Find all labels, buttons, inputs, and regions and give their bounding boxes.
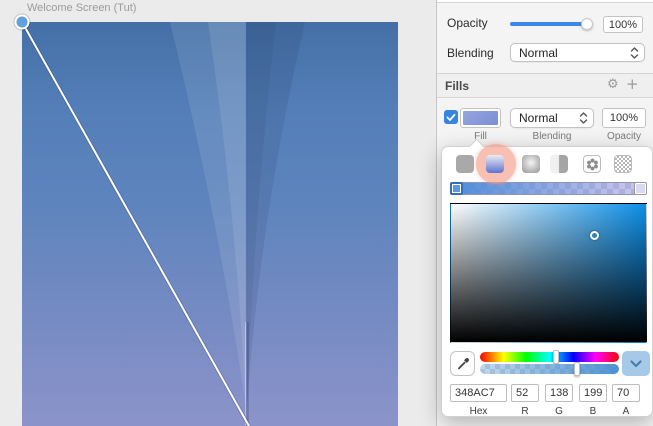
hex-label: Hex [450,406,507,417]
fill-blending-value: Normal [519,111,558,125]
gradient-stop-end[interactable] [634,182,647,195]
hue-slider-knob[interactable] [553,350,559,364]
color-field-cursor[interactable] [590,231,599,240]
blue-input[interactable] [579,384,607,402]
checkmark-icon [446,113,456,122]
artboard-background-art [22,22,398,426]
fill-blending-dropdown[interactable]: Normal [510,108,594,128]
hex-input[interactable] [450,384,507,402]
fill-color-swatch[interactable] [460,108,501,128]
alpha-slider-knob[interactable] [574,362,580,376]
stepper-icon [630,46,639,60]
chevron-down-icon [630,360,642,368]
green-label: G [545,406,573,417]
fill-type-linear-gradient-button[interactable] [486,155,504,173]
gradient-bar[interactable] [450,182,647,195]
opacity-sublabel: Opacity [594,131,653,142]
fills-title: Fills [445,79,469,93]
hue-slider[interactable] [480,352,619,362]
opacity-slider-knob[interactable] [581,18,593,30]
gear-icon[interactable]: ⚙ [607,77,619,92]
pattern-flower-icon [586,158,599,171]
gradient-bar-fill [451,183,646,194]
canvas-area[interactable]: Welcome Screen (Tut) [0,0,436,426]
alpha-label: A [612,406,640,417]
blending-label: Blending [447,46,494,60]
alpha-slider[interactable] [480,364,619,374]
red-input[interactable] [511,384,539,402]
stepper-icon [579,111,588,125]
artboard-title[interactable]: Welcome Screen (Tut) [27,2,136,14]
gradient-stop-start[interactable] [450,182,463,195]
alpha-input[interactable] [612,384,640,402]
artboard[interactable] [22,22,398,426]
add-fill-icon[interactable]: + [626,75,639,93]
opacity-slider[interactable] [510,19,592,29]
fill-type-pattern-button[interactable] [583,155,601,173]
blue-label: B [579,406,607,417]
opacity-label: Opacity [447,16,488,30]
fill-type-solid-button[interactable] [456,155,474,173]
eyedropper-icon [456,357,470,371]
fill-type-angular-gradient-button[interactable] [550,155,568,173]
fill-type-radial-gradient-button[interactable] [522,155,540,173]
eyedropper-button[interactable] [450,351,475,376]
blending-sublabel: Blending [522,131,582,142]
fills-section-header: Fills ⚙ + [437,73,653,98]
opacity-slider-track[interactable] [510,22,592,26]
opacity-value-field[interactable]: 100% [603,16,643,33]
color-picker-popover: Hex R G B A [441,146,653,417]
saturation-brightness-field[interactable] [450,203,647,343]
green-input[interactable] [545,384,573,402]
blending-dropdown[interactable]: Normal [510,43,645,62]
red-label: R [511,406,539,417]
fill-color-swatch-preview [463,111,498,125]
color-options-button[interactable] [622,351,650,376]
toolbar-bottom-edge [437,0,653,3]
fill-enabled-checkbox[interactable] [444,110,458,124]
fill-sublabel: Fill [460,131,501,142]
blending-dropdown-value: Normal [519,46,558,60]
gradient-start-handle [14,14,30,30]
fill-type-noise-button[interactable] [614,155,632,173]
fill-opacity-field[interactable]: 100% [602,108,646,128]
